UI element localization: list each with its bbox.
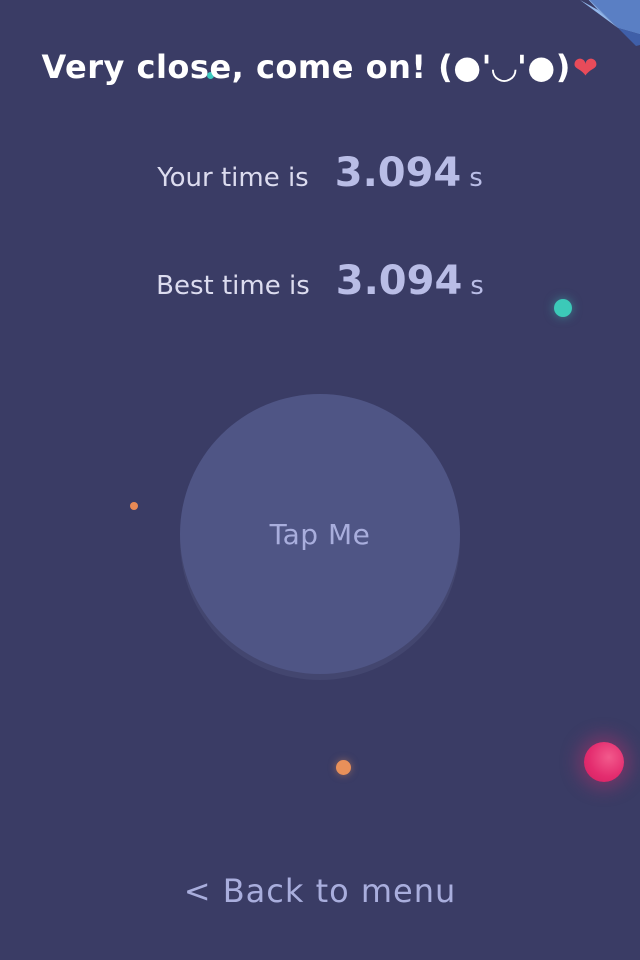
tap-me-label: Tap Me (269, 517, 371, 551)
orange-particle (130, 502, 138, 510)
best-time-label: Best time is (156, 271, 310, 301)
game-result-screen: Very close, come on! (●'◡'●)❤ Your time … (0, 0, 640, 960)
orange-orb (336, 760, 351, 775)
heart-icon: ❤ (572, 51, 599, 86)
headline-text: Very close, come on! (●'◡'●) (41, 48, 571, 86)
your-time-unit: s (469, 163, 483, 193)
your-time-label: Your time is (157, 163, 309, 193)
back-to-menu-link[interactable]: < Back to menu (0, 872, 640, 910)
best-time-unit: s (470, 271, 484, 301)
your-time-row: Your time is 3.094 s (0, 150, 640, 196)
best-time-value: 3.094 (335, 258, 463, 304)
your-time-value: 3.094 (334, 150, 462, 196)
tap-me-button[interactable]: Tap Me (180, 394, 460, 674)
result-headline: Very close, come on! (●'◡'●)❤ (0, 48, 640, 86)
pink-planet (584, 742, 624, 782)
best-time-row: Best time is 3.094 s (0, 258, 640, 304)
